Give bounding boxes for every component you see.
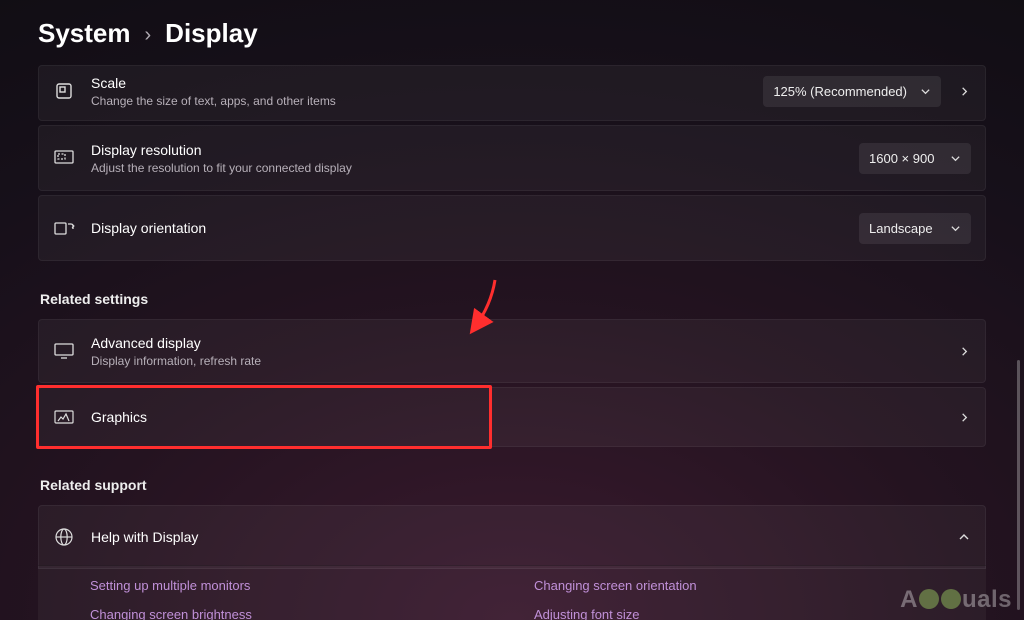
scale-title: Scale [91, 74, 763, 92]
breadcrumb: System › Display [10, 0, 1014, 65]
chevron-right-icon: › [145, 24, 152, 47]
section-related-settings: Related settings [40, 291, 986, 307]
chevron-down-icon [949, 222, 961, 234]
advanced-title: Advanced display [91, 334, 941, 352]
help-title: Help with Display [91, 528, 941, 546]
help-links: Setting up multiple monitors Changing sc… [38, 565, 986, 620]
resolution-sub: Adjust the resolution to fit your connec… [91, 161, 859, 175]
scale-dropdown[interactable]: 125% (Recommended) [763, 76, 941, 107]
chevron-down-icon [949, 152, 961, 164]
help-link-screen-brightness[interactable]: Changing screen brightness [90, 607, 526, 620]
setting-row-orientation[interactable]: Display orientation Landscape [38, 195, 986, 261]
orientation-value: Landscape [869, 221, 933, 236]
setting-row-resolution[interactable]: Display resolution Adjust the resolution… [38, 125, 986, 191]
chevron-right-icon[interactable] [957, 410, 971, 424]
scale-sub: Change the size of text, apps, and other… [91, 94, 763, 108]
orientation-icon [53, 217, 75, 239]
resolution-dropdown[interactable]: 1600 × 900 [859, 143, 971, 174]
chevron-up-icon[interactable] [957, 530, 971, 544]
scrollbar[interactable] [1017, 360, 1020, 610]
monitor-icon [53, 340, 75, 362]
resolution-value: 1600 × 900 [869, 151, 934, 166]
setting-row-graphics[interactable]: Graphics [38, 387, 986, 447]
chevron-down-icon [919, 85, 931, 97]
resolution-title: Display resolution [91, 141, 859, 159]
orientation-title: Display orientation [91, 219, 859, 237]
breadcrumb-current: Display [165, 18, 258, 49]
scale-value: 125% (Recommended) [773, 84, 907, 99]
setting-row-scale[interactable]: Scale Change the size of text, apps, and… [38, 65, 986, 121]
chevron-right-icon[interactable] [957, 84, 971, 98]
orientation-dropdown[interactable]: Landscape [859, 213, 971, 244]
scale-icon [53, 80, 75, 102]
help-with-display-header[interactable]: Help with Display [38, 505, 986, 569]
graphics-icon [53, 406, 75, 428]
advanced-sub: Display information, refresh rate [91, 354, 941, 368]
breadcrumb-parent[interactable]: System [38, 18, 131, 49]
graphics-title: Graphics [91, 408, 941, 426]
resolution-icon [53, 147, 75, 169]
globe-icon [53, 526, 75, 548]
chevron-right-icon[interactable] [957, 344, 971, 358]
section-related-support: Related support [40, 477, 986, 493]
help-link-multiple-monitors[interactable]: Setting up multiple monitors [90, 578, 526, 593]
watermark: Auals [900, 586, 1012, 614]
setting-row-advanced-display[interactable]: Advanced display Display information, re… [38, 319, 986, 383]
